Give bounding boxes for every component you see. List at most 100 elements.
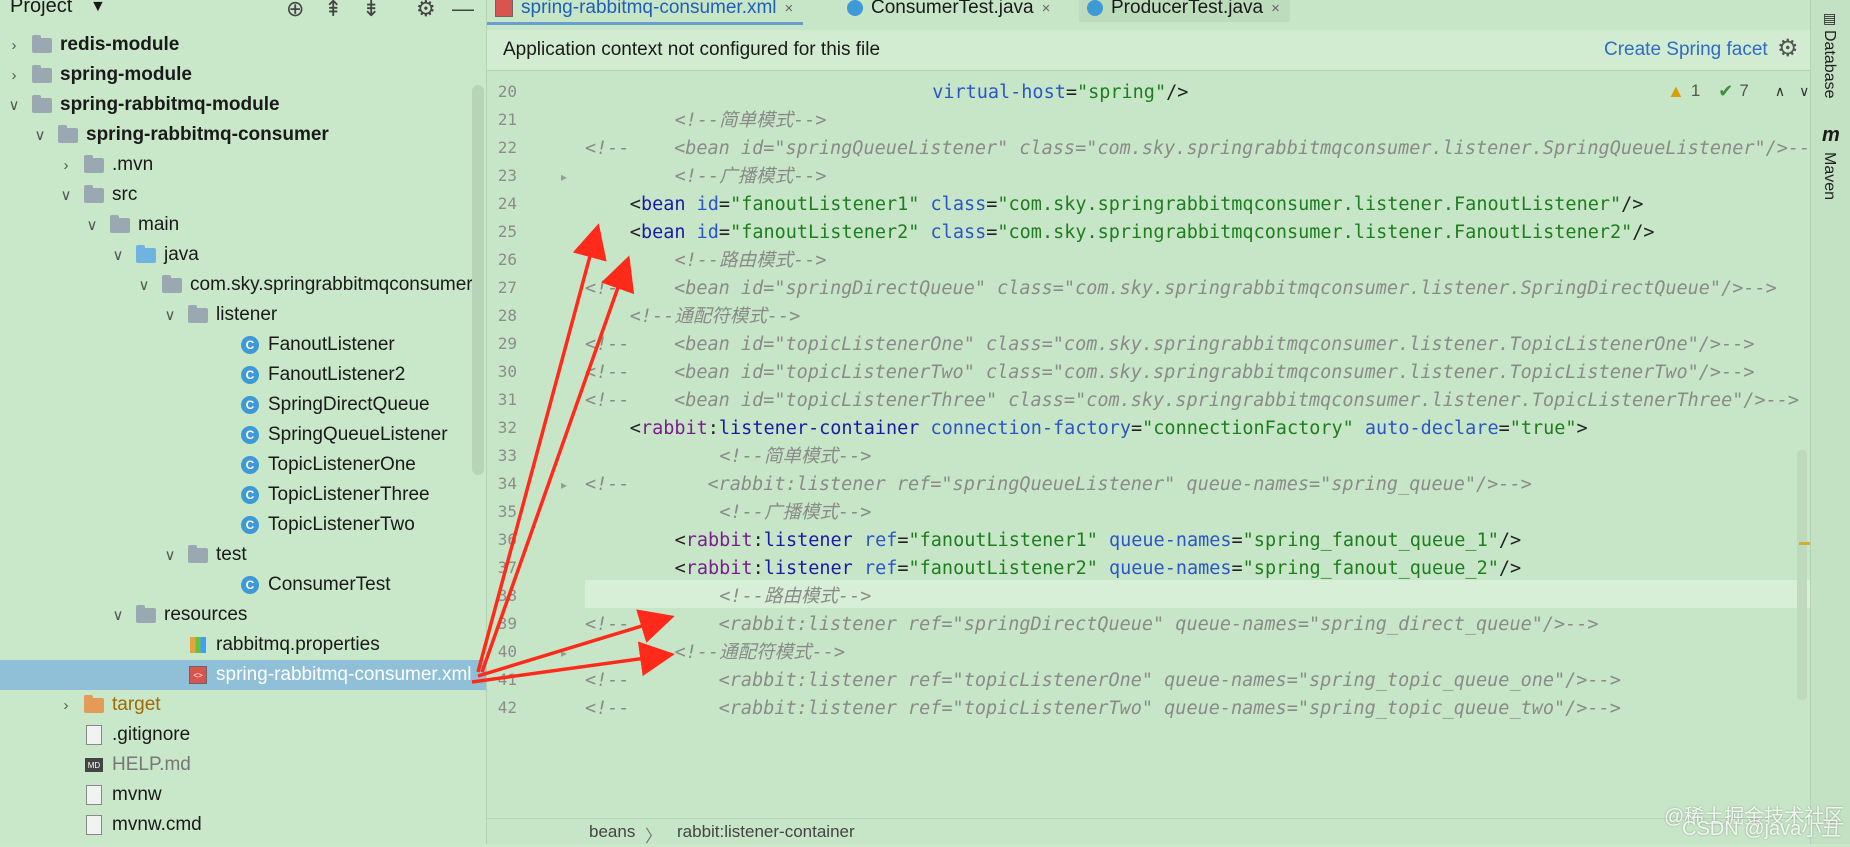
code-token: queue-names [1109, 530, 1232, 551]
tree-scrollbar[interactable] [472, 85, 484, 475]
tree-item[interactable]: MD HELP.md [0, 750, 486, 780]
chevron-down-icon[interactable]: ∨ [58, 186, 74, 204]
editor-scrollbar[interactable] [1797, 450, 1807, 700]
code-token: "com.sky.springrabbitmqconsumer.listener… [997, 222, 1633, 243]
java-class-icon [1087, 0, 1103, 16]
tree-item-label: redis-module [60, 34, 180, 55]
code-token: "true" [1509, 418, 1577, 439]
fold-marker-icon[interactable]: ▸ [561, 646, 567, 660]
tree-item[interactable]: mvnw.cmd [0, 810, 486, 840]
breadcrumb-item-listener-container[interactable]: rabbit:listener-container [677, 822, 855, 842]
tree-item[interactable]: mvnw [0, 780, 486, 810]
close-icon[interactable]: × [1042, 0, 1051, 17]
tree-item[interactable]: ∨ src [0, 180, 486, 210]
tree-item[interactable]: ∨ java [0, 240, 486, 270]
tree-item[interactable]: C FanoutListener2 [0, 360, 486, 390]
code-token: < [674, 530, 686, 551]
tree-item[interactable]: ∨ spring-rabbitmq-module [0, 90, 486, 120]
maven-tool-tab[interactable]: Maven [1820, 152, 1838, 200]
breadcrumb: beans 〉 rabbit:listener-container [487, 818, 1810, 846]
tree-item[interactable]: C TopicListenerOne [0, 450, 486, 480]
fold-marker-icon[interactable]: ▸ [561, 170, 567, 184]
gear-icon[interactable]: ⚙ [1777, 34, 1799, 63]
code-token: = [897, 530, 909, 551]
editor-tab[interactable]: ProducerTest.java × [1079, 0, 1290, 22]
tree-item[interactable]: <> spring-rabbitmq-consumer.xml [0, 660, 486, 690]
tree-item[interactable]: C SpringDirectQueue [0, 390, 486, 420]
chevron-down-icon[interactable]: ∨ [162, 546, 178, 564]
tree-item-label: HELP.md [112, 754, 191, 775]
expand-all-icon[interactable]: ⇟ [362, 0, 380, 22]
tree-item[interactable]: C TopicListenerTwo [0, 510, 486, 540]
check-icon: ✔ [1718, 80, 1734, 101]
code-token: <!-- <rabbit:listener ref="springQueueLi… [585, 474, 1532, 495]
code-token: = [718, 194, 731, 215]
tree-item[interactable]: ∨ main [0, 210, 486, 240]
code-token: = [986, 222, 998, 243]
line-number: 23 [497, 166, 517, 185]
chevron-down-icon[interactable]: ∨ [162, 306, 178, 324]
project-title[interactable]: Project [10, 0, 72, 18]
tree-item[interactable]: ∨ com.sky.springrabbitmqconsumer [0, 270, 486, 300]
locate-icon[interactable]: ⊕ [286, 0, 304, 22]
close-icon[interactable]: × [785, 0, 794, 17]
chevron-down-icon[interactable]: ∨ [136, 276, 152, 294]
code-token: rabbit [640, 418, 708, 439]
tree-item[interactable]: › .mvn [0, 150, 486, 180]
tree-item[interactable]: C SpringQueueListener [0, 420, 486, 450]
tree-item[interactable]: ∨ spring-rabbitmq-consumer [0, 120, 486, 150]
database-tool-tab[interactable]: Database [1820, 30, 1838, 99]
chevron-down-icon[interactable]: ∨ [84, 216, 100, 234]
breadcrumb-item-beans[interactable]: beans [589, 822, 635, 842]
line-number: 21 [497, 110, 517, 129]
source-folder-icon [136, 244, 156, 264]
tree-item[interactable]: .gitignore [0, 720, 486, 750]
code-token: <!--通配符模式--> [674, 642, 846, 663]
tree-item[interactable]: C TopicListenerThree [0, 480, 486, 510]
warning-icon: ▲ [1667, 80, 1685, 101]
chevron-down-icon[interactable]: ∨ [32, 126, 48, 144]
tree-item[interactable]: › spring-module [0, 60, 486, 90]
java-class-icon: C [240, 396, 260, 414]
chevron-right-icon[interactable]: › [58, 697, 74, 714]
line-number: 27 [497, 278, 517, 297]
database-icon[interactable]: ▤ [1823, 10, 1836, 27]
collapse-all-icon[interactable]: ⇞ [324, 0, 342, 22]
chevron-up-icon[interactable]: ∧ [1775, 83, 1785, 100]
maven-icon[interactable]: m [1822, 124, 1840, 147]
gear-icon[interactable]: ⚙ [416, 0, 436, 22]
fold-marker-icon[interactable]: ▸ [561, 478, 567, 492]
chevron-down-icon[interactable]: ∨ [1799, 83, 1809, 100]
code-token: ref [863, 558, 898, 579]
tree-item[interactable]: ∨ resources [0, 600, 486, 630]
code-token: "com.sky.springrabbitmqconsumer.listener… [997, 194, 1622, 215]
tree-item[interactable]: › target [0, 690, 486, 720]
minimize-icon[interactable]: — [452, 0, 474, 22]
chevron-down-icon[interactable]: ∨ [110, 246, 126, 264]
tree-item[interactable]: ∨ listener [0, 300, 486, 330]
chevron-down-icon[interactable]: ▼ [90, 0, 106, 16]
chevron-down-icon[interactable]: ∨ [6, 96, 22, 114]
create-spring-facet-link[interactable]: Create Spring facet [1604, 39, 1768, 61]
chevron-right-icon[interactable]: › [6, 37, 22, 54]
tree-item-label: mvnw.cmd [112, 814, 202, 835]
editor-tab[interactable]: spring-rabbitmq-consumer.xml × [487, 0, 804, 25]
code-line[interactable]: virtual-host="spring"/> [932, 76, 1188, 109]
tree-item[interactable]: ∨ test [0, 540, 486, 570]
chevron-right-icon[interactable]: › [58, 157, 74, 174]
tree-item[interactable]: C FanoutListener [0, 330, 486, 360]
target-folder-icon [84, 694, 104, 714]
tree-item-label: TopicListenerOne [268, 454, 416, 475]
code-view[interactable]: virtual-host="spring"/> <!--简单模式--> <!-- <… [585, 76, 1810, 816]
inspection-widget[interactable]: ▲ 1 ✔ 7 ∧ ∨ [1667, 80, 1809, 102]
chevron-down-icon[interactable]: ∨ [110, 606, 126, 624]
tree-item[interactable]: rabbitmq.properties [0, 630, 486, 660]
tree-item[interactable]: C ConsumerTest [0, 570, 486, 600]
editor-tab[interactable]: ConsumerTest.java × [839, 0, 1060, 22]
close-icon[interactable]: × [1271, 0, 1280, 17]
code-token: : [707, 418, 719, 439]
chevron-right-icon[interactable]: › [6, 67, 22, 84]
code-line[interactable]: <!-- <rabbit:listener ref="topicListener… [585, 692, 1621, 725]
code-token: /> [1498, 558, 1522, 579]
tree-item[interactable]: › redis-module [0, 30, 486, 60]
